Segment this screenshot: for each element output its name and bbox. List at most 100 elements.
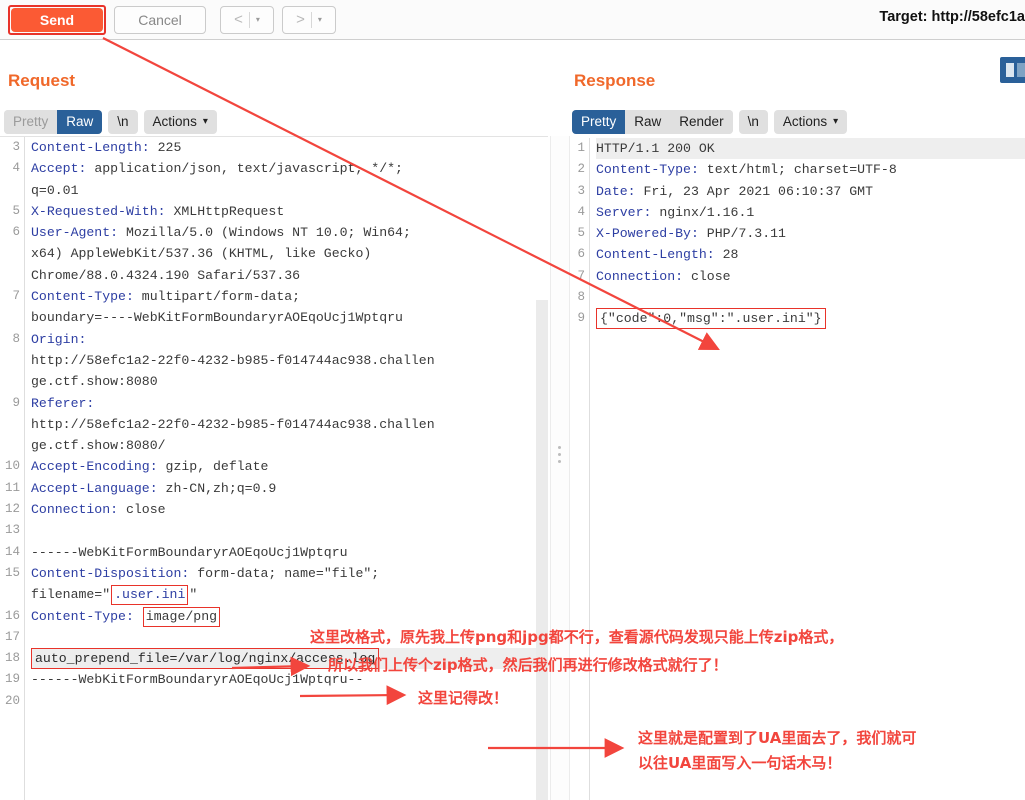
header-name: X-Requested-With: [31, 203, 166, 219]
response-newline-toggle[interactable]: \n [738, 110, 768, 134]
header-value: x64) AppleWebKit/537.36 (KHTML, like Gec… [31, 246, 372, 262]
code-line[interactable]: ge.ctf.show:8080 [31, 371, 548, 392]
response-panel-title: Response [574, 71, 656, 90]
code-line[interactable]: Content-Type: text/html; charset=UTF-8 [596, 159, 1025, 180]
line-number: 19 [4, 672, 20, 687]
chevron-down-icon[interactable]: ▾ [318, 15, 322, 24]
code-line[interactable]: ------WebKitFormBoundaryrAOEqoUcj1Wptqru [31, 542, 548, 563]
code-line[interactable]: Accept-Language: zh-CN,zh;q=0.9 [31, 478, 548, 499]
header-name: Accept: [31, 161, 87, 177]
header-value: 28 [714, 247, 739, 263]
code-line[interactable]: Content-Disposition: form-data; name="fi… [31, 563, 548, 584]
line-number: 3 [577, 183, 585, 198]
response-view-tabs: Pretty Raw Render [572, 110, 733, 134]
header-value: close [118, 502, 166, 518]
line-number: 4 [12, 161, 20, 176]
line-number: 6 [12, 225, 20, 240]
line-number: 5 [577, 226, 585, 241]
code-line[interactable]: x64) AppleWebKit/537.36 (KHTML, like Gec… [31, 243, 548, 264]
code-line[interactable]: Content-Length: 225 [31, 137, 548, 158]
code-line[interactable] [596, 287, 1025, 308]
line-number: 7 [12, 289, 20, 304]
response-code-content[interactable]: HTTP/1.1 200 OK Content-Type: text/html; … [596, 138, 1025, 330]
code-line[interactable]: X-Requested-With: XMLHttpRequest [31, 201, 548, 222]
request-newline-toggle[interactable]: \n [108, 110, 138, 134]
previous-request-button[interactable]: < ▾ [220, 5, 274, 34]
next-request-button[interactable]: > ▾ [282, 5, 336, 34]
code-line[interactable]: Accept-Encoding: gzip, deflate [31, 456, 548, 477]
layout-bar-left [1005, 63, 1014, 77]
line-number [0, 414, 24, 435]
line-number: 9 [577, 311, 585, 326]
header-name: Origin: [31, 331, 87, 347]
code-line[interactable]: ge.ctf.show:8080/ [31, 435, 548, 456]
line-number [0, 350, 24, 371]
code-line[interactable]: Accept: application/json, text/javascrip… [31, 158, 548, 179]
response-actions-menu[interactable]: Actions ▾ [773, 110, 848, 134]
header-value: boundary=----WebKitFormBoundaryrAOEqoUcj… [31, 310, 403, 326]
highlighted-content-type-value[interactable]: image/png [142, 606, 221, 627]
code-line[interactable]: Content-Type: multipart/form-data; [31, 286, 548, 307]
filename-suffix: " [189, 587, 198, 603]
line-number: 6 [577, 247, 585, 262]
tab-response-render[interactable]: Render [670, 110, 733, 134]
code-line[interactable]: Connection: close [596, 266, 1025, 287]
header-name: Connection: [31, 502, 119, 518]
code-line[interactable]: Content-Length: 28 [596, 244, 1025, 265]
code-line[interactable] [31, 520, 548, 541]
header-name: Referer: [31, 395, 95, 411]
target-label: Target: http://58efc1a [879, 9, 1025, 25]
line-number: 16 [4, 608, 20, 623]
code-line[interactable]: Connection: close [31, 499, 548, 520]
code-line[interactable]: Server: nginx/1.16.1 [596, 202, 1025, 223]
tab-response-pretty[interactable]: Pretty [572, 110, 626, 134]
cancel-button[interactable]: Cancel [114, 5, 206, 34]
header-value: multipart/form-data; [133, 289, 301, 305]
send-button-wrapper: Send [8, 4, 106, 35]
header-value: XMLHttpRequest [165, 203, 285, 219]
line-number [0, 584, 24, 605]
code-line[interactable]: filename=" .user.ini " [31, 584, 548, 606]
tab-request-pretty[interactable]: Pretty [4, 110, 58, 134]
code-line[interactable]: Content-Type: image/png [31, 606, 548, 627]
header-value: text/html; charset=UTF-8 [698, 162, 897, 178]
line-number: 2 [577, 162, 585, 177]
header-value: Mozilla/5.0 (Windows NT 10.0; Win64; [118, 225, 411, 241]
tab-request-raw[interactable]: Raw [57, 110, 103, 134]
code-line[interactable]: Referer: [31, 393, 548, 414]
line-number: 7 [577, 268, 585, 283]
code-line[interactable]: User-Agent: Mozilla/5.0 (Windows NT 10.0… [31, 222, 548, 243]
line-number: 12 [4, 502, 20, 517]
layout-bar-right [1016, 63, 1025, 77]
response-editor[interactable]: 1 2 3 4 5 6 7 8 9 HTTP/1.1 200 OK Content-Type: t… [570, 138, 1025, 800]
header-value: form-data; name="file"; [189, 565, 380, 581]
tab-response-raw[interactable]: Raw [625, 110, 671, 134]
request-vertical-scrollbar[interactable] [536, 300, 548, 800]
code-line[interactable]: {"code":0,"msg":".user.ini"} [596, 308, 1025, 330]
splitter-grip-icon [558, 446, 561, 467]
code-line[interactable]: X-Powered-By: PHP/7.3.11 [596, 223, 1025, 244]
line-number: 10 [4, 459, 20, 474]
code-line[interactable]: Date: Fri, 23 Apr 2021 06:10:37 GMT [596, 181, 1025, 202]
code-line[interactable]: q=0.01 [31, 180, 548, 201]
header-name: Accept-Language: [31, 480, 158, 496]
code-line[interactable]: Origin: [31, 329, 548, 350]
panel-splitter[interactable] [550, 136, 570, 800]
send-button[interactable]: Send [11, 7, 103, 32]
split-view-layout-icon[interactable] [1000, 57, 1025, 83]
code-line[interactable]: http://58efc1a2-22f0-4232-b985-f014744ac… [31, 414, 548, 435]
request-view-tabs: Pretty Raw [4, 110, 103, 134]
code-line[interactable]: HTTP/1.1 200 OK [596, 138, 1025, 160]
line-number: 20 [4, 693, 20, 708]
highlighted-response-body-json[interactable]: {"code":0,"msg":".user.ini"} [596, 308, 826, 330]
line-number: 18 [4, 651, 20, 666]
code-line[interactable]: boundary=----WebKitFormBoundaryrAOEqoUcj… [31, 307, 548, 328]
header-name: User-Agent: [31, 225, 119, 241]
annotation-ua-note-line2: 以往UA里面写入一句话木马！ [638, 754, 842, 772]
highlighted-filename-value[interactable]: .user.ini [111, 585, 189, 606]
chevron-down-icon[interactable]: ▾ [256, 15, 260, 24]
code-line[interactable]: http://58efc1a2-22f0-4232-b985-f014744ac… [31, 350, 548, 371]
code-line[interactable]: Chrome/88.0.4324.190 Safari/537.36 [31, 265, 548, 286]
chevron-down-icon: ▾ [833, 116, 839, 127]
request-actions-menu[interactable]: Actions ▾ [143, 110, 217, 134]
